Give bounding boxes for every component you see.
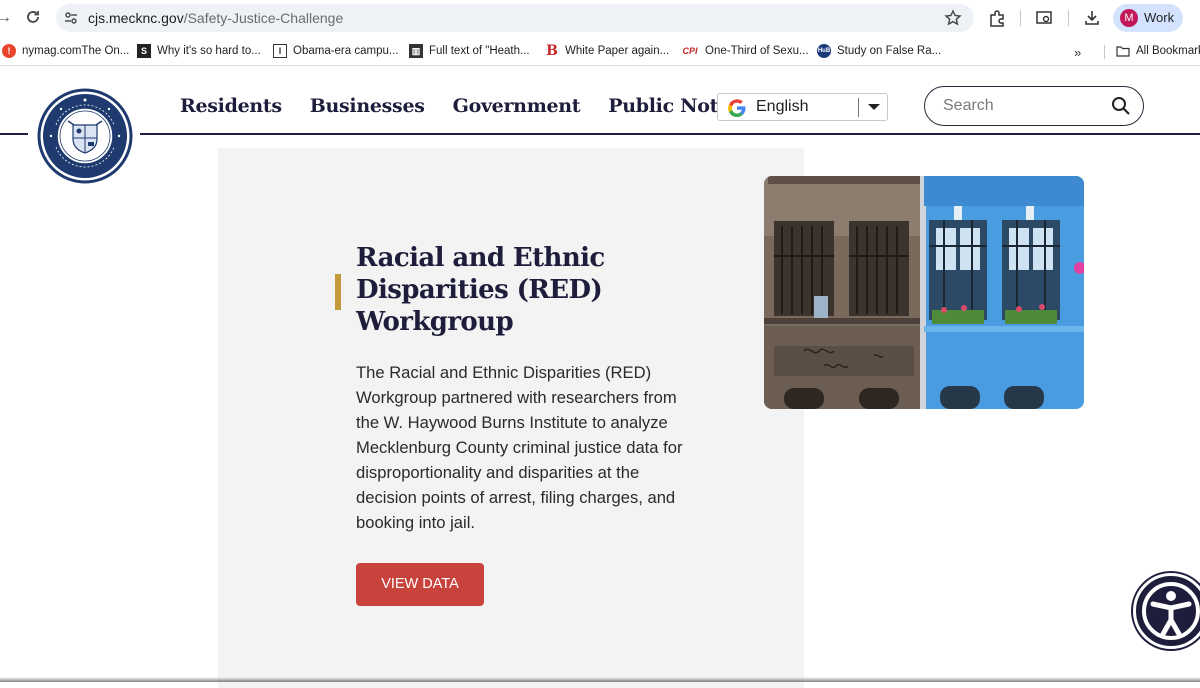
view-data-button[interactable]: VIEW DATA — [356, 563, 484, 606]
url-host: cjs.mecknc.gov — [88, 10, 184, 26]
forward-arrow-icon[interactable]: → — [0, 8, 12, 28]
header-rule — [140, 133, 1200, 135]
accessibility-icon — [1142, 582, 1200, 640]
all-bookmarks-label: All Bookmarks — [1136, 45, 1200, 57]
bookmark-item[interactable]: S Why it's so hard to... — [137, 43, 261, 59]
site-info-icon[interactable] — [62, 9, 80, 27]
toolbar-divider — [1020, 10, 1021, 26]
building-facade-image — [764, 176, 1084, 409]
header-rule — [0, 133, 28, 135]
all-bookmarks-button[interactable]: All Bookmarks — [1116, 43, 1200, 59]
card-description: The Racial and Ethnic Disparities (RED) … — [356, 363, 683, 532]
language-label: English — [756, 98, 809, 115]
county-seal-logo[interactable] — [36, 87, 134, 185]
page-bottom-shadow — [0, 677, 1200, 682]
page-content: Residents Businesses Government Public N… — [0, 67, 1200, 688]
bookmark-item[interactable]: B White Paper again... — [545, 43, 669, 59]
bookmarks-bar: ! nymag.comThe On... S Why it's so hard … — [0, 36, 1200, 66]
nav-residents[interactable]: Residents — [180, 95, 282, 117]
bookmark-site-icon: I — [273, 44, 287, 58]
url-text: cjs.mecknc.gov/Safety-Justice-Challenge — [88, 10, 343, 26]
nav-businesses[interactable]: Businesses — [310, 95, 425, 117]
bookmark-item[interactable]: HuB Study on False Ra... — [817, 43, 941, 59]
bookmark-label: Full text of "Heath... — [429, 45, 530, 57]
archive-icon: ▥ — [409, 44, 423, 58]
nymag-icon: ! — [2, 44, 16, 58]
folder-icon — [1116, 44, 1130, 58]
bookmark-label: Obama-era campu... — [293, 45, 399, 57]
accessibility-widget-button[interactable] — [1133, 573, 1200, 649]
language-select[interactable]: English — [717, 93, 888, 121]
bookmark-item[interactable]: ▥ Full text of "Heath... — [409, 43, 530, 59]
download-icon[interactable] — [1081, 7, 1103, 29]
chevron-down-icon — [868, 104, 880, 110]
cpi-icon: CPI — [682, 46, 698, 56]
extensions-icon[interactable] — [986, 7, 1008, 29]
search-placeholder: Search — [943, 97, 994, 114]
title-accent-bar — [335, 274, 341, 310]
browser-toolbar: → cjs.mecknc.gov/Safety-Justice-Challeng… — [0, 0, 1200, 36]
nav-government[interactable]: Government — [453, 95, 581, 117]
bookmarks-divider — [1104, 45, 1105, 59]
main-nav: Residents Businesses Government Public N… — [180, 95, 759, 117]
bookmark-item[interactable]: CPI One-Third of Sexu... — [681, 43, 809, 59]
workgroup-card: Racial and Ethnic Disparities (RED) Work… — [218, 148, 804, 688]
bookmark-star-icon[interactable] — [944, 9, 962, 27]
bookmark-item[interactable]: ! nymag.comThe On... — [2, 43, 129, 59]
card-title: Racial and Ethnic Disparities (RED) Work… — [356, 243, 605, 337]
address-bar[interactable]: cjs.mecknc.gov/Safety-Justice-Challenge — [56, 4, 974, 32]
profile-name: Work — [1144, 10, 1175, 25]
hub-icon: HuB — [817, 44, 831, 58]
bookmark-item[interactable]: I Obama-era campu... — [273, 43, 398, 59]
search-icon[interactable] — [1111, 96, 1131, 116]
bookmark-label: One-Third of Sexu... — [705, 45, 809, 57]
slate-icon: S — [137, 44, 151, 58]
bookmark-label: Why it's so hard to... — [157, 45, 261, 57]
reload-icon[interactable] — [22, 6, 44, 28]
profile-button[interactable]: M Work — [1113, 4, 1183, 32]
bookmark-label: nymag.comThe On... — [22, 45, 130, 57]
tab-search-icon[interactable] — [1033, 7, 1055, 29]
bookmark-label: White Paper again... — [565, 45, 670, 57]
url-path: /Safety-Justice-Challenge — [183, 10, 344, 26]
bookmarks-overflow-button[interactable]: » — [1074, 45, 1081, 60]
bookmark-label: Study on False Ra... — [837, 45, 942, 57]
avatar: M — [1120, 9, 1138, 27]
toolbar-divider — [1068, 10, 1069, 26]
google-g-icon — [726, 97, 748, 119]
b-icon: B — [546, 43, 558, 59]
search-input[interactable]: Search — [924, 86, 1144, 126]
select-divider — [858, 98, 859, 117]
